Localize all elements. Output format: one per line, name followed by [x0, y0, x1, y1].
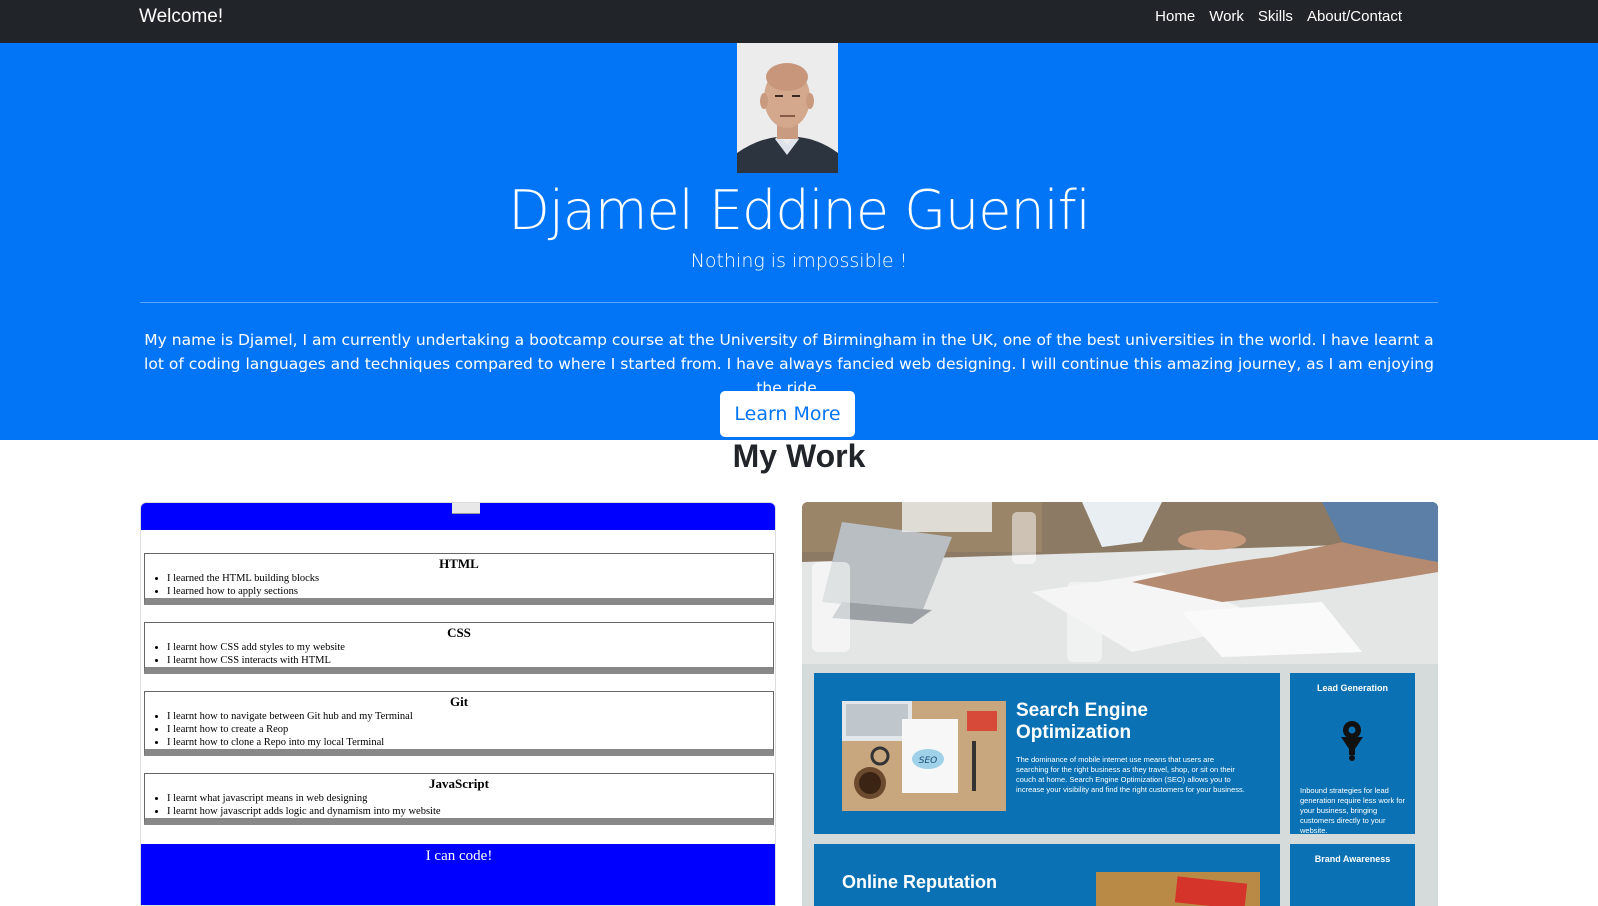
skill-box-git: Git I learnt how to navigate between Git… [144, 691, 774, 756]
lead-generation-title: Lead Generation [1316, 683, 1388, 693]
brand-awareness-panel: Brand Awareness [1290, 844, 1415, 906]
brand-awareness-title: Brand Awareness [1314, 854, 1391, 864]
skill-title: JavaScript [429, 776, 489, 791]
list-item: I learnt how to clone a Repo into my loc… [167, 736, 773, 749]
skill-list: I learnt how to navigate between Git hub… [145, 710, 773, 749]
list-item: I learnt how javascript adds logic and d… [167, 805, 773, 818]
seo-panel: SEO Search Engine Optimization The domin… [814, 673, 1280, 834]
seo-text: The dominance of mobile internet use mea… [1016, 755, 1245, 794]
seo-badge-text: SEO [919, 756, 937, 766]
lead-generation-panel: Lead Generation Inbound strategies for l… [1290, 673, 1415, 835]
list-item: I learnt how CSS add styles to my websit… [167, 641, 773, 654]
online-reputation-panel: Online Reputation [814, 844, 1280, 906]
skill-list: I learnt what javascript means in web de… [145, 792, 773, 818]
top-navbar: Welcome! Home Work Skills About/Contact [0, 0, 1598, 43]
nav-link-work[interactable]: Work [1209, 8, 1244, 25]
nav-link-about-contact[interactable]: About/Contact [1307, 8, 1402, 25]
funnel-gear-icon [1341, 721, 1363, 761]
hero-section: Djamel Eddine Guenifi Nothing is impossi… [0, 43, 1598, 440]
list-item: I learned how to apply sections [167, 585, 773, 598]
list-item: I learnt what javascript means in web de… [167, 792, 773, 805]
hero-name: Djamel Eddine Guenifi [508, 179, 1091, 242]
skill-box-css: CSS I learnt how CSS add styles to my we… [144, 622, 774, 674]
my-work-heading: My Work [732, 438, 866, 474]
learn-more-button[interactable]: Learn More [720, 391, 855, 437]
office-meeting-photo [802, 502, 1438, 664]
hero-divider [140, 302, 1438, 303]
project-card-skills[interactable]: HTML I learned the HTML building blocks … [140, 502, 776, 906]
skill-box-javascript: JavaScript I learnt what javascript mean… [144, 773, 774, 825]
list-item: I learnt how to create a Reop [167, 723, 773, 736]
seo-title: Search Engine Optimization [1016, 700, 1148, 743]
skill-title: Git [449, 694, 469, 709]
list-item: I learnt how to navigate between Git hub… [167, 710, 773, 723]
preview-footer-text: I can code! [425, 848, 493, 864]
skill-title: HTML [439, 556, 479, 571]
nav-link-home[interactable]: Home [1155, 8, 1195, 25]
profile-photo [737, 43, 838, 173]
preview-profile-thumbnail [452, 503, 480, 514]
reputation-image [1096, 872, 1260, 906]
hero-bio: My name is Djamel, I am currently undert… [144, 331, 1434, 397]
lead-generation-text: Inbound strategies for lead generation r… [1300, 786, 1406, 835]
skill-box-html: HTML I learned the HTML building blocks … [144, 553, 774, 605]
navbar-brand[interactable]: Welcome! [139, 6, 223, 28]
list-item: I learnt how CSS interacts with HTML [167, 654, 773, 667]
list-item: I learned the HTML building blocks [167, 572, 773, 585]
skill-title: CSS [447, 625, 471, 640]
project-card-marketing[interactable]: SEO Search Engine Optimization The domin… [802, 502, 1438, 906]
seo-desk-image: SEO [842, 701, 1006, 811]
preview-footer-bar: I can code! [141, 844, 775, 905]
nav-links: Home Work Skills About/Contact [1155, 8, 1402, 25]
online-reputation-title: Online Reputation [842, 872, 997, 892]
hero-tagline: Nothing is impossible ! [690, 250, 908, 272]
nav-link-skills[interactable]: Skills [1258, 8, 1293, 25]
skill-list: I learnt how CSS add styles to my websit… [145, 641, 773, 667]
skill-list: I learned the HTML building blocks I lea… [145, 572, 773, 598]
